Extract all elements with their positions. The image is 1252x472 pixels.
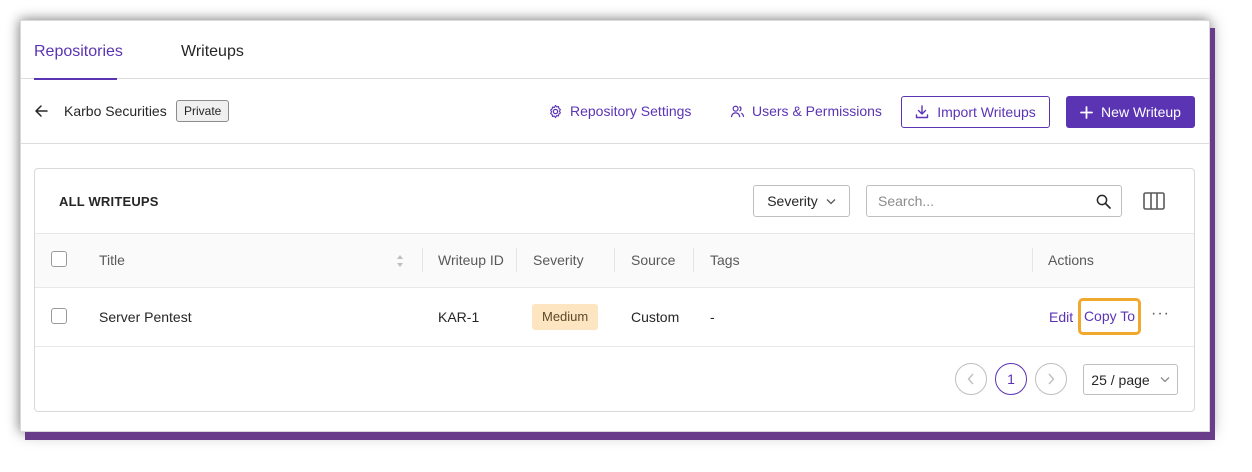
- row-tags: -: [710, 309, 715, 325]
- select-all-checkbox[interactable]: [51, 251, 67, 267]
- import-writeups-button[interactable]: Import Writeups: [901, 96, 1050, 128]
- column-header-source: Source: [631, 252, 676, 268]
- column-header-actions: Actions: [1048, 252, 1094, 268]
- tab-writeups[interactable]: Writeups: [181, 21, 244, 79]
- tab-bar: Repositories Writeups: [21, 21, 1209, 80]
- users-permissions-button[interactable]: Users & Permissions: [730, 103, 882, 119]
- row-writeup-id: KAR-1: [438, 309, 480, 325]
- next-page-button[interactable]: [1035, 363, 1067, 395]
- writeups-table-card: ALL WRITEUPS Severity Title Wr: [34, 168, 1195, 412]
- column-divider: [614, 248, 615, 272]
- table-header: Title Writeup ID Severity Source Tags Ac…: [35, 233, 1194, 288]
- repository-settings-label: Repository Settings: [570, 103, 692, 119]
- chevron-right-icon: [1048, 373, 1055, 385]
- columns-icon[interactable]: [1143, 191, 1165, 211]
- card-title: ALL WRITEUPS: [59, 194, 159, 209]
- search-input[interactable]: [867, 186, 1087, 216]
- search-icon[interactable]: [1096, 194, 1111, 209]
- severity-filter-dropdown[interactable]: Severity: [753, 185, 850, 217]
- column-header-writeup-id: Writeup ID: [438, 252, 504, 268]
- new-writeup-label: New Writeup: [1101, 104, 1181, 120]
- repository-header: Karbo Securities Private Repository Sett…: [21, 80, 1209, 144]
- severity-badge: Medium: [532, 304, 599, 330]
- page-number-button[interactable]: 1: [995, 363, 1027, 395]
- tab-repositories[interactable]: Repositories: [34, 21, 123, 80]
- users-icon: [730, 105, 745, 117]
- row-checkbox[interactable]: [51, 308, 67, 324]
- users-permissions-label: Users & Permissions: [752, 103, 882, 119]
- search-box: [866, 185, 1122, 217]
- column-header-severity: Severity: [533, 252, 584, 268]
- back-arrow-icon[interactable]: [34, 104, 48, 118]
- repository-settings-button[interactable]: Repository Settings: [548, 103, 691, 119]
- new-writeup-button[interactable]: New Writeup: [1066, 96, 1195, 128]
- column-header-title[interactable]: Title: [99, 234, 125, 287]
- column-header-tags: Tags: [710, 252, 740, 268]
- plus-icon: [1080, 105, 1093, 119]
- chevron-down-icon: [1160, 377, 1170, 383]
- column-divider: [422, 248, 423, 272]
- more-actions-icon[interactable]: ···: [1151, 288, 1170, 340]
- download-icon: [916, 105, 929, 119]
- sort-icon[interactable]: [396, 254, 404, 268]
- visibility-badge: Private: [176, 100, 230, 122]
- previous-page-button[interactable]: [955, 363, 987, 395]
- gear-icon: [550, 104, 561, 118]
- app-window: Repositories Writeups Karbo Securities P…: [20, 20, 1210, 432]
- repository-name: Karbo Securities: [64, 103, 167, 119]
- column-divider: [1032, 248, 1033, 272]
- chevron-left-icon: [967, 373, 974, 385]
- column-divider: [693, 248, 694, 272]
- page-size-label: 25 / page: [1091, 371, 1150, 388]
- page-size-select[interactable]: 25 / page: [1083, 364, 1178, 395]
- edit-action-link[interactable]: Edit: [1049, 288, 1073, 346]
- chevron-down-icon: [826, 198, 836, 204]
- severity-filter-label: Severity: [767, 193, 818, 209]
- import-writeups-label: Import Writeups: [937, 104, 1036, 120]
- row-title[interactable]: Server Pentest: [99, 288, 192, 346]
- column-divider: [516, 248, 517, 272]
- row-source: Custom: [631, 309, 680, 325]
- copy-to-action-link[interactable]: Copy To: [1078, 298, 1141, 335]
- table-row[interactable]: Server Pentest KAR-1 Medium Custom - Edi…: [35, 288, 1194, 347]
